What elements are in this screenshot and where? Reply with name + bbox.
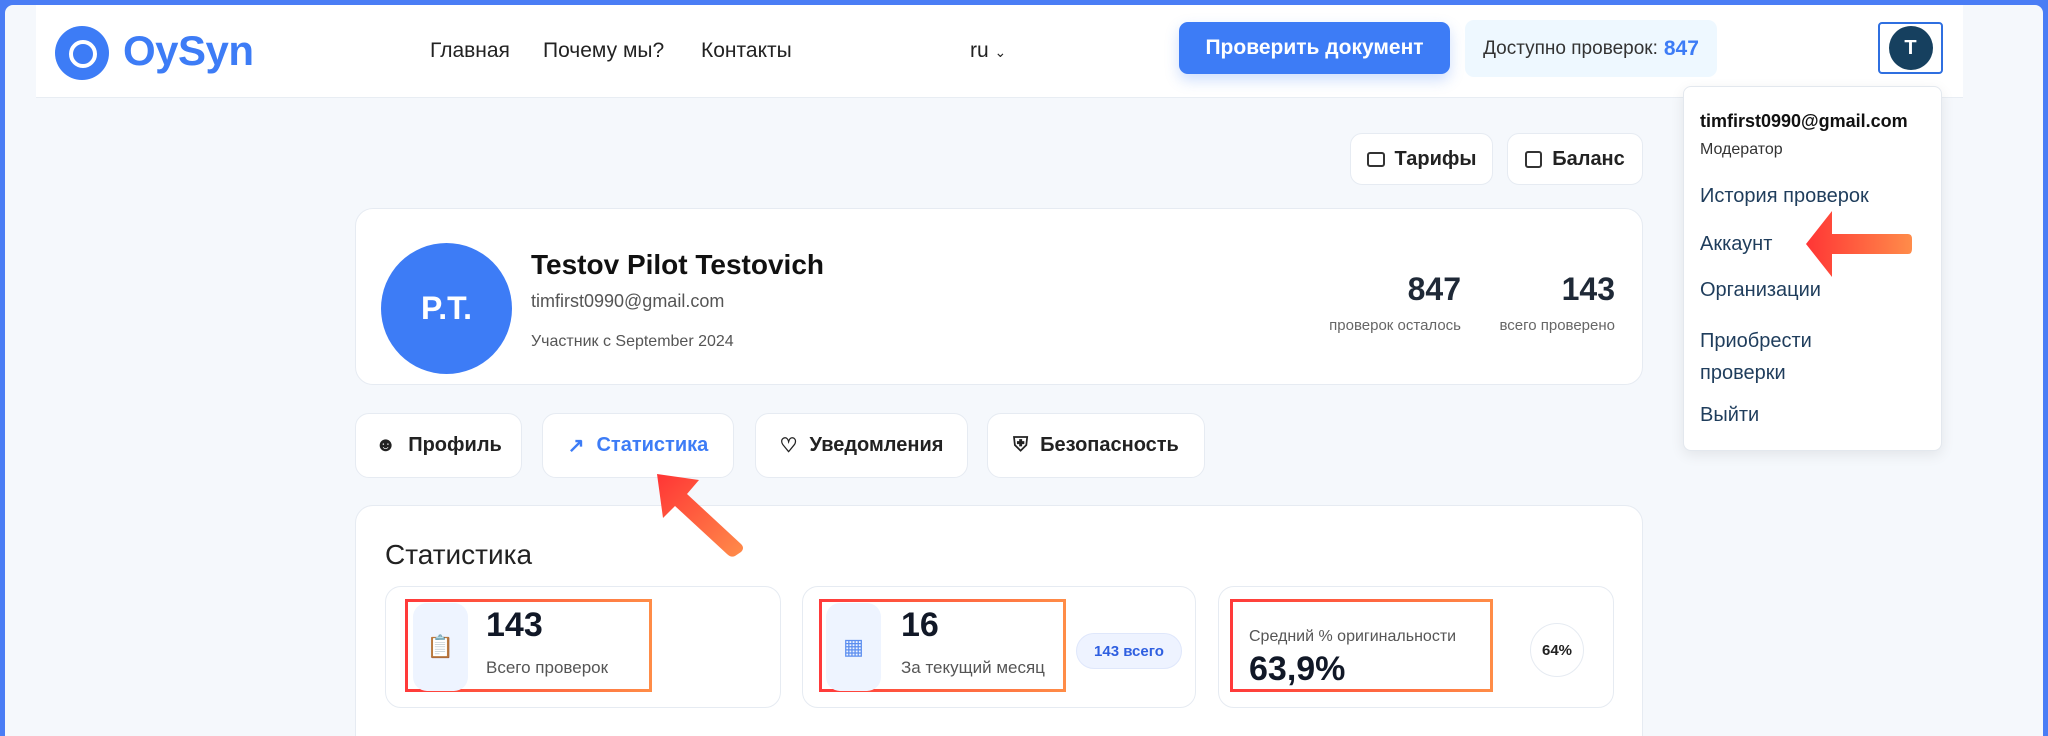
balance-button[interactable]: Баланс	[1507, 133, 1643, 185]
available-checks-badge: Доступно проверок: 847	[1465, 20, 1717, 77]
wallet-icon	[1525, 150, 1543, 168]
chevron-down-icon: ⌄	[994, 44, 1007, 60]
tab-label: Безопасность	[1040, 434, 1179, 456]
tariffs-button[interactable]: Тарифы	[1350, 133, 1493, 185]
language-value: ru	[970, 39, 989, 62]
total-label: всего проверено	[1499, 317, 1615, 334]
tab-label: Уведомления	[809, 434, 944, 456]
month-checks-value: 16	[901, 606, 939, 644]
originality-label: Средний % оригинальности	[1249, 628, 1457, 645]
menu-buy-checks[interactable]: Приобрести проверки	[1700, 325, 1812, 389]
user-avatar-button[interactable]: T	[1878, 22, 1943, 74]
tariffs-icon	[1366, 151, 1385, 167]
profile-avatar: P.T.	[381, 243, 512, 374]
tab-statistics[interactable]: ↗ Статистика	[542, 413, 734, 478]
profile-email: timfirst0990@gmail.com	[531, 291, 725, 311]
logo-icon[interactable]	[55, 26, 109, 80]
originality-value: 63,9%	[1249, 650, 1346, 688]
nav-contacts[interactable]: Контакты	[701, 39, 792, 63]
statistics-card: Статистика 📋 143 Всего проверок ▦ 16 За …	[355, 505, 1643, 736]
menu-buy-line1: Приобрести	[1700, 330, 1812, 352]
avatar: T	[1888, 26, 1933, 70]
available-value: 847	[1663, 36, 1699, 60]
tab-notifications[interactable]: ♡ Уведомления	[755, 413, 968, 478]
profile-name: Testov Pilot Testovich	[531, 249, 825, 280]
statistics-title: Статистика	[385, 539, 533, 570]
check-document-button[interactable]: Проверить документ	[1179, 22, 1450, 74]
tab-profile[interactable]: ☻ Профиль	[355, 413, 522, 478]
chart-line-icon: ↗	[567, 435, 585, 457]
total-checks-label: Всего проверок	[486, 658, 609, 677]
month-checks-label: За текущий месяц	[901, 658, 1045, 677]
menu-email: timfirst0990@gmail.com	[1700, 111, 1908, 131]
menu-history[interactable]: История проверок	[1700, 185, 1869, 208]
menu-organizations[interactable]: Организации	[1700, 279, 1821, 302]
total-value: 143	[1561, 271, 1615, 307]
tariffs-label: Тарифы	[1394, 147, 1477, 170]
tab-label: Статистика	[596, 434, 709, 456]
remaining-label: проверок осталось	[1329, 317, 1461, 334]
calendar-icon: ▦	[826, 603, 881, 691]
tab-security[interactable]: ⛨ Безопасность	[987, 413, 1205, 478]
available-label: Доступно проверок:	[1483, 37, 1658, 59]
nav-why-us[interactable]: Почему мы?	[543, 39, 664, 63]
profile-card: P.T. Testov Pilot Testovich timfirst0990…	[355, 208, 1643, 385]
bell-icon: ♡	[779, 435, 798, 457]
clipboard-check-icon: 📋	[413, 603, 468, 691]
user-icon: ☻	[375, 434, 397, 456]
member-since: Участник с September 2024	[531, 333, 734, 350]
month-total-badge: 143 всего	[1076, 633, 1182, 669]
balance-label: Баланс	[1552, 147, 1625, 170]
shield-icon: ⛨	[1013, 434, 1029, 456]
logo-text[interactable]: OySyn	[123, 27, 254, 75]
language-select[interactable]: ru ⌄	[970, 39, 1006, 63]
annotation-arrow-up-left	[657, 474, 743, 557]
annotation-arrow-left	[1806, 211, 1912, 277]
menu-account[interactable]: Аккаунт	[1700, 233, 1772, 256]
tab-label: Профиль	[408, 434, 502, 456]
remaining-value: 847	[1407, 271, 1461, 307]
menu-logout[interactable]: Выйти	[1700, 404, 1759, 427]
menu-buy-line2: проверки	[1700, 362, 1786, 384]
app-window: OySyn Главная Почему мы? Контакты ru ⌄ П…	[5, 5, 2043, 736]
originality-ring: 64%	[1530, 623, 1584, 677]
nav-home[interactable]: Главная	[430, 39, 510, 63]
total-checks-value: 143	[486, 606, 543, 644]
menu-role: Модератор	[1700, 141, 1783, 158]
